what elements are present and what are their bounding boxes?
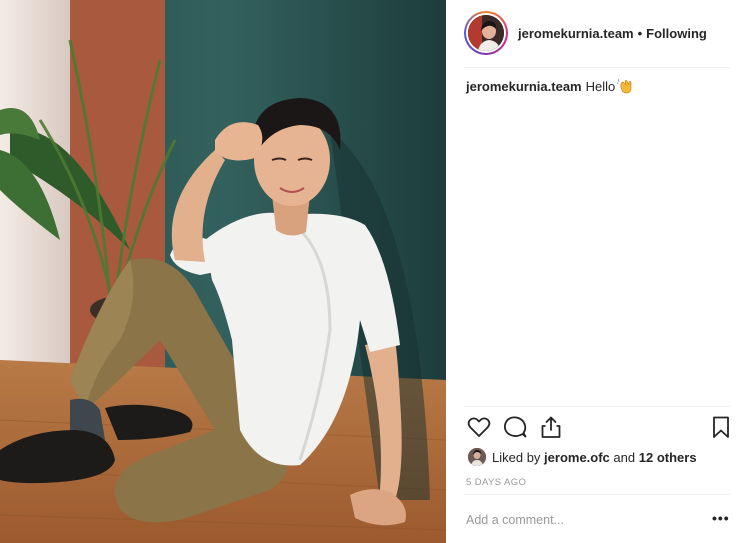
post-caption: jeromekurnia.team Hello — [466, 78, 633, 94]
more-options-button[interactable]: ••• — [712, 510, 730, 526]
liked-by-user[interactable]: jerome.ofc — [544, 450, 610, 465]
author-avatar[interactable] — [464, 11, 508, 55]
actions-divider — [464, 406, 730, 407]
author-avatar-image — [468, 15, 504, 51]
caption-text: Hello — [585, 78, 616, 94]
heart-icon[interactable] — [466, 414, 492, 440]
likes-summary: Liked by jerome.ofc and 12 others — [468, 448, 697, 466]
author-username[interactable]: jeromekurnia.team — [518, 26, 634, 41]
post-actions — [466, 414, 732, 442]
waving-hand-icon — [616, 78, 633, 94]
liked-by-prefix: Liked by — [492, 449, 541, 465]
bookmark-icon[interactable] — [708, 414, 734, 440]
comment-divider — [464, 494, 730, 495]
caption-username[interactable]: jeromekurnia.team — [466, 79, 582, 94]
liked-by-others[interactable]: 12 others — [639, 450, 697, 465]
post-photo-illustration — [0, 0, 446, 543]
post-photo[interactable] — [0, 0, 446, 543]
post-header: jeromekurnia.team • Following — [464, 10, 726, 56]
liked-by-and: and — [613, 449, 636, 465]
post-timestamp[interactable]: 5 DAYS AGO — [466, 477, 526, 488]
share-icon[interactable] — [538, 414, 564, 440]
following-button[interactable]: Following — [646, 26, 707, 41]
post-sidebar: jeromekurnia.team • Following jeromekurn… — [446, 0, 745, 543]
header-divider — [464, 67, 730, 68]
header-separator: • — [637, 25, 643, 41]
comment-input[interactable] — [466, 511, 696, 529]
liker-avatar[interactable] — [468, 448, 486, 466]
comment-bubble-icon[interactable] — [502, 414, 528, 440]
